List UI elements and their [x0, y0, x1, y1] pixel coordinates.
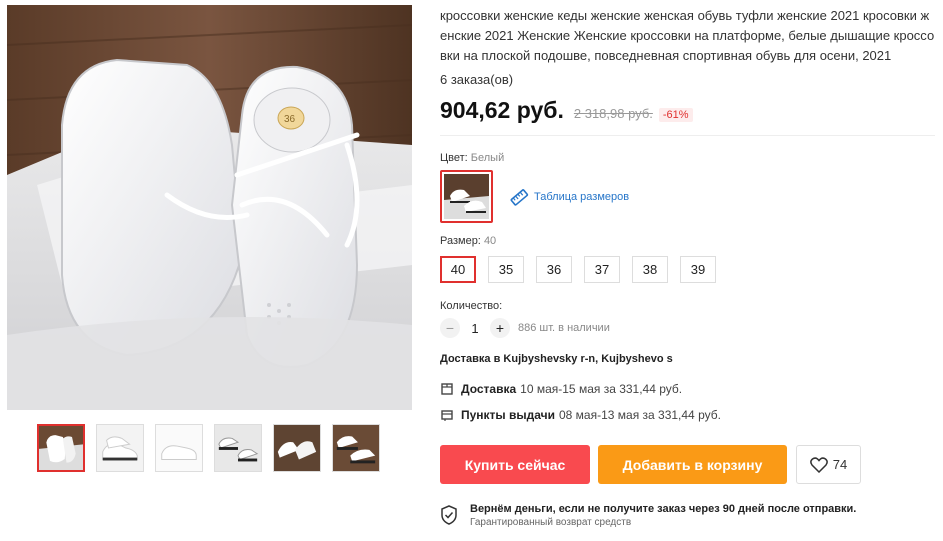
- shield-icon: [441, 505, 457, 525]
- quantity-label: Количество:: [440, 300, 503, 312]
- thumbnail-strip: [37, 424, 380, 472]
- main-product-image[interactable]: 36: [7, 5, 412, 410]
- thumbnail-4[interactable]: [214, 424, 262, 472]
- color-value: Белый: [470, 152, 505, 164]
- size-label-text: Размер:: [440, 235, 481, 247]
- thumbnail-2[interactable]: [96, 424, 144, 472]
- thumbnail-3[interactable]: [155, 424, 203, 472]
- ruler-icon: [510, 188, 529, 206]
- pickup-text: 08 мая-13 мая за 331,44 руб.: [558, 408, 721, 422]
- size-table-link[interactable]: Таблица размеров: [509, 187, 629, 207]
- pickup-point-icon: [441, 410, 453, 421]
- size-option-35[interactable]: 35: [488, 256, 524, 283]
- buyer-protection: Вернём деньги, если не получите заказ че…: [440, 503, 935, 528]
- size-option-39[interactable]: 39: [680, 256, 716, 283]
- box-icon: [441, 383, 453, 395]
- svg-text:36: 36: [284, 114, 296, 125]
- color-swatch-white[interactable]: [440, 170, 493, 223]
- color-label: Цвет: Белый: [440, 152, 935, 164]
- size-option-40[interactable]: 40: [440, 256, 476, 283]
- pickup-row: Пункты выдачи 08 мая-13 мая за 331,44 ру…: [440, 408, 935, 422]
- size-option-36[interactable]: 36: [536, 256, 572, 283]
- stock-count: 886 шт. в наличии: [518, 322, 610, 334]
- action-buttons: Купить сейчас Добавить в корзину 74: [440, 445, 935, 484]
- discount-badge: -61%: [658, 108, 693, 122]
- orders-count: 6 заказа(ов): [440, 72, 514, 87]
- size-option-37[interactable]: 37: [584, 256, 620, 283]
- quantity-value[interactable]: 1: [460, 321, 490, 336]
- color-label-text: Цвет:: [440, 152, 468, 164]
- heart-icon: [809, 456, 828, 473]
- guarantee-text: Вернём деньги, если не получите заказ че…: [470, 503, 856, 528]
- buy-now-button[interactable]: Купить сейчас: [440, 445, 590, 484]
- delivery-destination[interactable]: Доставка в Kujbyshevsky r-n, Kujbyshevo …: [440, 353, 935, 365]
- shipping-row: Доставка 10 мая-15 мая за 331,44 руб.: [440, 382, 935, 396]
- wishlist-count: 74: [832, 457, 848, 472]
- quantity-stepper: − 1 + 886 шт. в наличии: [440, 318, 935, 338]
- product-info-panel: кроссовки женские кеды женские женская о…: [440, 6, 935, 528]
- pickup-label: Пункты выдачи: [461, 408, 555, 422]
- quantity-minus-button[interactable]: −: [440, 318, 460, 338]
- old-price: 2 318,98 руб.: [573, 106, 653, 121]
- guarantee-title: Вернём деньги, если не получите заказ че…: [470, 503, 857, 515]
- size-option-38[interactable]: 38: [632, 256, 668, 283]
- wishlist-button[interactable]: 74: [796, 445, 861, 484]
- thumbnail-1[interactable]: [37, 424, 85, 472]
- color-row: Таблица размеров: [440, 170, 935, 223]
- price-row: 904,62 руб. 2 318,98 руб. -61%: [440, 97, 935, 124]
- size-options: 40 35 36 37 38 39: [440, 256, 935, 283]
- guarantee-subtitle: Гарантированный возврат средств: [470, 517, 632, 528]
- thumbnail-6[interactable]: [332, 424, 380, 472]
- shipping-label: Доставка: [461, 382, 517, 396]
- add-to-cart-button[interactable]: Добавить в корзину: [598, 445, 787, 484]
- size-value: 40: [483, 235, 497, 247]
- quantity-plus-button[interactable]: +: [490, 318, 510, 338]
- size-label: Размер: 40: [440, 235, 935, 247]
- thumbnail-5[interactable]: [273, 424, 321, 472]
- product-title: кроссовки женские кеды женские женская о…: [440, 8, 935, 63]
- divider: [440, 135, 935, 136]
- shipping-text: 10 мая-15 мая за 331,44 руб.: [520, 382, 683, 396]
- size-table-label: Таблица размеров: [534, 190, 630, 203]
- current-price: 904,62 руб.: [440, 97, 564, 123]
